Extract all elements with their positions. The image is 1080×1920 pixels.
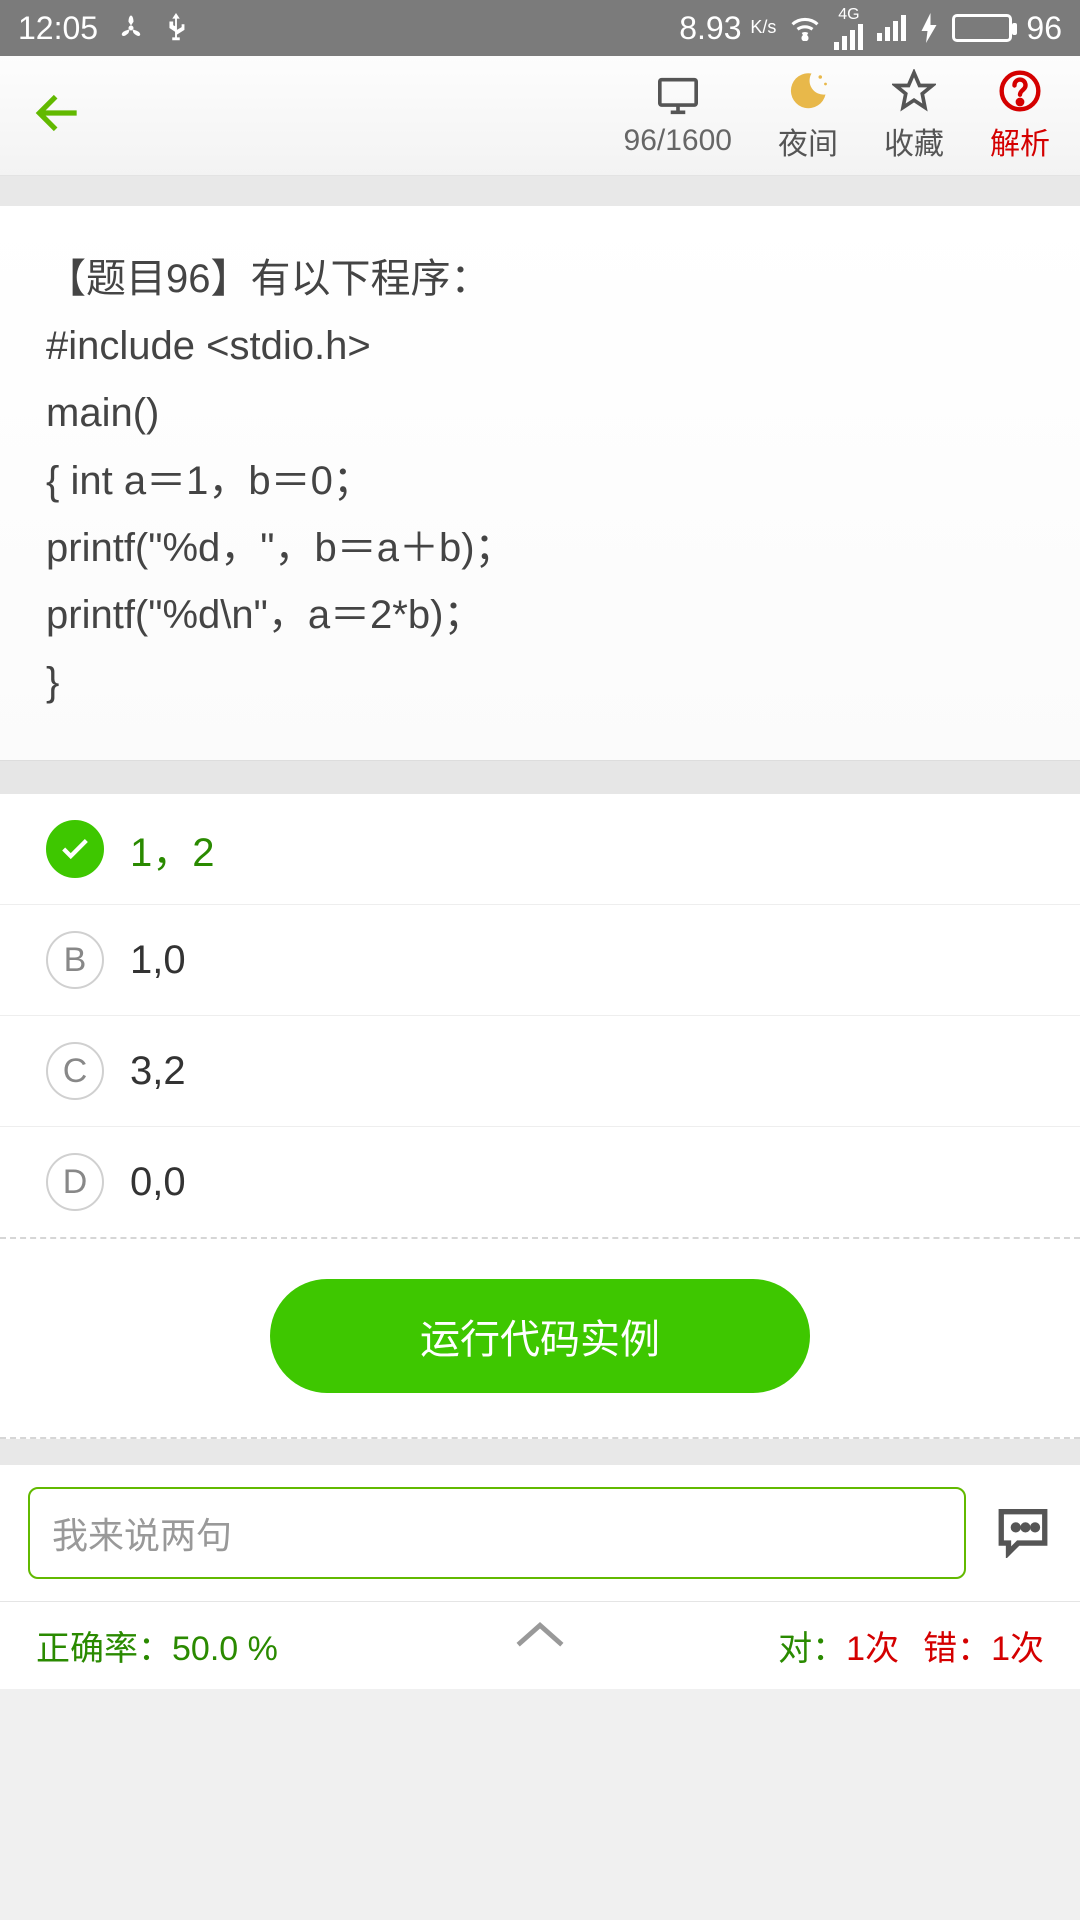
code-line: printf("%d\n"，a＝2*b)； bbox=[46, 582, 1034, 649]
network-4g: 4G bbox=[834, 6, 863, 50]
option-letter: D bbox=[46, 1153, 104, 1211]
code-line: #include <stdio.h> bbox=[46, 313, 1034, 380]
star-icon bbox=[890, 69, 938, 113]
option-d[interactable]: D 0,0 bbox=[0, 1127, 1080, 1237]
stats-footer: 正确率：50.0 % 对：1次 错：1次 bbox=[0, 1601, 1080, 1689]
code-line: } bbox=[46, 649, 1034, 716]
options-list: 1，2 B 1,0 C 3,2 D 0,0 运行代码实例 bbox=[0, 794, 1080, 1439]
battery-icon bbox=[952, 14, 1012, 42]
charging-icon bbox=[920, 13, 938, 43]
divider bbox=[0, 1439, 1080, 1465]
signal-bars-1-icon bbox=[834, 24, 863, 50]
nav-progress[interactable]: 96/1600 bbox=[624, 74, 732, 158]
nav-favorite[interactable]: 收藏 bbox=[884, 69, 944, 163]
divider bbox=[0, 176, 1080, 206]
status-bar: 12:05 8.93 K/s 4G 96 bbox=[0, 0, 1080, 56]
comment-row: 我来说两句 bbox=[0, 1465, 1080, 1601]
code-line: printf("%d，"，b＝a＋b)； bbox=[46, 515, 1034, 582]
run-button-wrap: 运行代码实例 bbox=[0, 1239, 1080, 1439]
option-letter: C bbox=[46, 1042, 104, 1100]
question-panel: 【题目96】有以下程序： #include <stdio.h> main() {… bbox=[0, 206, 1080, 760]
code-line: main() bbox=[46, 380, 1034, 447]
code-line: { int a＝1，b＝0； bbox=[46, 448, 1034, 515]
divider bbox=[0, 760, 1080, 794]
option-c[interactable]: C 3,2 bbox=[0, 1016, 1080, 1127]
comment-input[interactable]: 我来说两句 bbox=[28, 1487, 966, 1579]
arrow-left-icon bbox=[30, 85, 86, 141]
usb-icon bbox=[164, 13, 188, 43]
run-code-button[interactable]: 运行代码实例 bbox=[270, 1279, 810, 1393]
option-text: 0,0 bbox=[130, 1160, 186, 1205]
option-text: 1,0 bbox=[130, 938, 186, 983]
chevron-up-icon[interactable] bbox=[510, 1618, 570, 1661]
check-icon bbox=[46, 820, 104, 878]
nav-night-mode[interactable]: 夜间 bbox=[778, 69, 838, 163]
status-time: 12:05 bbox=[18, 10, 98, 47]
question-title: 【题目96】有以下程序： bbox=[46, 246, 1034, 313]
propeller-icon bbox=[116, 13, 146, 43]
monitor-icon bbox=[654, 74, 702, 118]
back-button[interactable] bbox=[30, 85, 86, 146]
help-circle-icon bbox=[996, 69, 1044, 113]
moon-icon bbox=[784, 69, 832, 113]
option-letter: B bbox=[46, 931, 104, 989]
network-speed: 8.93 K/s bbox=[679, 10, 776, 47]
wrong-count: 错：1次 bbox=[923, 1621, 1044, 1670]
option-a[interactable]: 1，2 bbox=[0, 794, 1080, 905]
battery-percent: 96 bbox=[1026, 10, 1062, 47]
nav-analysis[interactable]: 解析 bbox=[990, 69, 1050, 163]
top-nav: 96/1600 夜间 收藏 解析 bbox=[0, 56, 1080, 176]
option-text: 1，2 bbox=[130, 820, 215, 878]
option-b[interactable]: B 1,0 bbox=[0, 905, 1080, 1016]
signal-bars-2-icon bbox=[877, 15, 906, 41]
correct-count: 对：1次 bbox=[778, 1621, 899, 1670]
comment-icon[interactable] bbox=[994, 1504, 1052, 1563]
wifi-icon bbox=[790, 15, 820, 41]
progress-counter: 96/1600 bbox=[624, 124, 732, 158]
accuracy: 正确率：50.0 % bbox=[36, 1621, 278, 1670]
option-text: 3,2 bbox=[130, 1049, 186, 1094]
